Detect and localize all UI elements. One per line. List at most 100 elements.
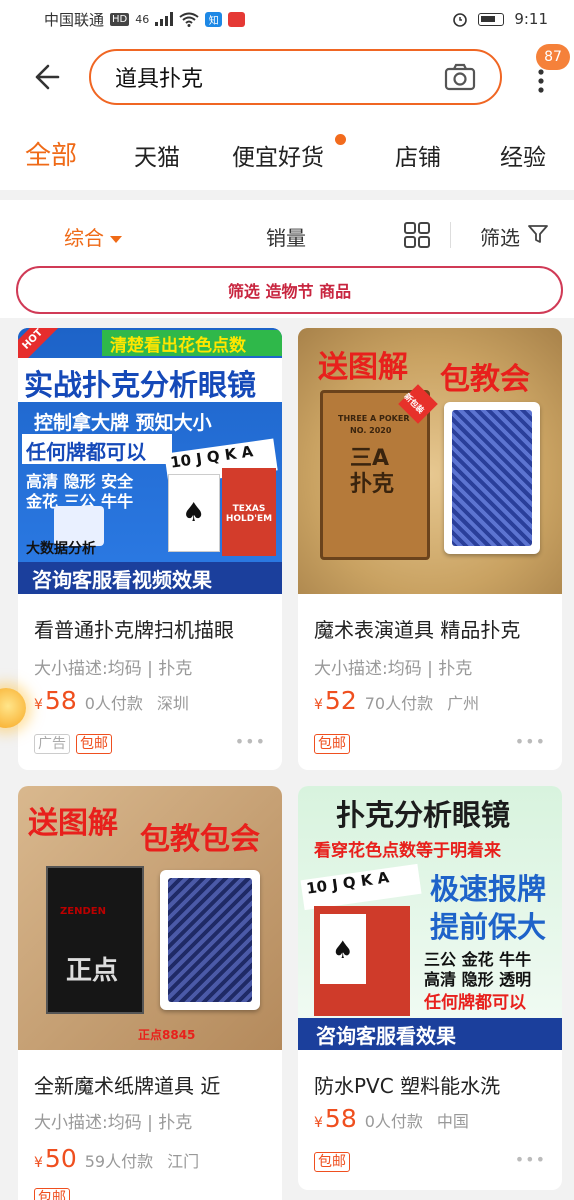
- sort-sales[interactable]: 销量: [266, 222, 306, 251]
- image-left-text: 送图解: [318, 350, 408, 385]
- carrier-label: 中国联通: [44, 10, 105, 29]
- grid-view-icon[interactable]: [404, 222, 430, 248]
- tab-tmall[interactable]: 天猫: [134, 138, 180, 172]
- image-line1: 看穿花色点数等于明着来: [314, 841, 501, 861]
- sold-count: 0人付款: [364, 1112, 423, 1131]
- caret-down-icon: [110, 236, 122, 243]
- image-line6: 任何牌都可以: [424, 993, 526, 1013]
- location: 中国: [436, 1112, 469, 1131]
- sold-count: 0人付款: [84, 694, 143, 713]
- image-line5: 大数据分析: [26, 541, 96, 557]
- product-card[interactable]: 清楚看出花色点数 HOT 实战扑克分析眼镜 控制拿大牌 预知大小 任何牌都可以 …: [18, 328, 282, 770]
- image-headline: 实战扑克分析眼镜: [24, 368, 257, 402]
- product-image: 扑克分析眼镜 看穿花色点数等于明着来 10 J Q K A ♠ 极速报牌 提前保…: [298, 786, 562, 1050]
- free-shipping-tag: 包邮: [76, 734, 112, 754]
- currency-symbol: ¥: [34, 697, 43, 713]
- image-banner: 清楚看出花色点数: [110, 336, 246, 356]
- signal-icon: [155, 12, 174, 26]
- clock: 9:11: [514, 10, 548, 28]
- tag-list: 广告 包邮: [34, 734, 112, 754]
- box-title: 正点: [66, 956, 119, 986]
- tab-shops[interactable]: 店铺: [395, 138, 441, 172]
- product-card[interactable]: 送图解 包教会 THREE A POKER NO. 2020 三A扑克 新包装 …: [298, 328, 562, 770]
- battery-icon: [478, 12, 505, 26]
- location: 广州: [447, 694, 480, 713]
- free-shipping-tag: 包邮: [314, 734, 350, 754]
- zhihu-app-icon: 知: [205, 11, 223, 27]
- divider: [450, 222, 451, 248]
- sold-count: 59人付款: [84, 1152, 154, 1171]
- box-brand: ZENDEN: [60, 906, 106, 917]
- price: 58: [324, 1104, 357, 1133]
- price: 58: [44, 686, 77, 715]
- image-model: 正点8845: [138, 1028, 196, 1042]
- free-shipping-tag: 包邮: [34, 1188, 70, 1200]
- ad-tag: 广告: [34, 734, 70, 754]
- tag-list: 包邮: [314, 1152, 350, 1172]
- image-headline: 扑克分析眼镜: [336, 798, 511, 832]
- product-image: 送图解 包教包会 ZENDEN 正点 正点8845: [18, 786, 282, 1050]
- sold-count: 70人付款: [364, 694, 434, 713]
- search-query: 道具扑克: [115, 67, 204, 92]
- funnel-icon[interactable]: [528, 224, 548, 244]
- tab-cheap-goods[interactable]: 便宜好货: [232, 138, 324, 172]
- product-title[interactable]: 全新魔术纸牌道具 近: [34, 1070, 274, 1099]
- product-desc: 大小描述:均码 | 扑克: [34, 659, 193, 679]
- more-options-icon[interactable]: •••: [235, 732, 266, 751]
- price-row: ¥ 58 0人付款 中国: [314, 1104, 469, 1133]
- product-title[interactable]: 魔术表演道具 精品扑克: [314, 614, 554, 643]
- image-line1: 控制拿大牌 预知大小: [34, 412, 212, 434]
- wifi-icon: [179, 12, 199, 27]
- app-notification-icon: [228, 11, 246, 27]
- filter-bar: 综合 销量 筛选 筛选 造物节 商品: [0, 190, 574, 318]
- product-title[interactable]: 看普通扑克牌扫机描眼: [34, 614, 274, 643]
- promo-filter-banner[interactable]: 筛选 造物节 商品: [16, 266, 563, 314]
- product-desc: 大小描述:均码 | 扑克: [34, 1113, 193, 1133]
- price: 52: [324, 686, 357, 715]
- price-row: ¥ 50 59人付款 江门: [34, 1144, 199, 1173]
- camera-icon[interactable]: [444, 63, 476, 91]
- tab-experience[interactable]: 经验: [500, 138, 546, 172]
- sort-default-label: 综合: [64, 226, 104, 250]
- category-tabs: 全部 天猫 便宜好货 店铺 经验: [0, 118, 574, 190]
- spade-icon: ♠: [332, 936, 354, 964]
- product-desc: 大小描述:均码 | 扑克: [314, 659, 473, 679]
- product-image: 清楚看出花色点数 HOT 实战扑克分析眼镜 控制拿大牌 预知大小 任何牌都可以 …: [18, 328, 282, 594]
- product-image: 送图解 包教会 THREE A POKER NO. 2020 三A扑克 新包装: [298, 328, 562, 594]
- image-footer: 咨询客服看视频效果: [32, 568, 212, 592]
- hd-badge: HD: [110, 12, 130, 26]
- location: 深圳: [156, 694, 189, 713]
- tag-list: 包邮: [314, 734, 350, 754]
- more-options-icon[interactable]: •••: [515, 732, 546, 751]
- currency-symbol: ¥: [314, 697, 323, 713]
- search-input[interactable]: 道具扑克: [89, 49, 502, 105]
- product-title[interactable]: 防水PVC 塑料能水洗: [314, 1070, 554, 1099]
- currency-symbol: ¥: [314, 1115, 323, 1131]
- more-options-icon[interactable]: •••: [515, 1150, 546, 1169]
- filter-button[interactable]: 筛选: [480, 222, 520, 251]
- image-line2: 极速报牌: [430, 872, 547, 906]
- signal-label: 46: [135, 12, 150, 26]
- image-line2: 任何牌都可以: [26, 440, 146, 464]
- tab-all[interactable]: 全部: [25, 135, 77, 172]
- product-card[interactable]: 送图解 包教包会 ZENDEN 正点 正点8845 全新魔术纸牌道具 近 大小描…: [18, 786, 282, 1200]
- tag-list: 包邮: [34, 1188, 70, 1200]
- sort-default[interactable]: 综合: [64, 222, 122, 251]
- product-card[interactable]: 扑克分析眼镜 看穿花色点数等于明着来 10 J Q K A ♠ 极速报牌 提前保…: [298, 786, 562, 1190]
- box-title: 三A扑克: [350, 446, 395, 497]
- back-arrow-icon[interactable]: [28, 60, 62, 94]
- spade-icon: ♠: [182, 498, 206, 528]
- image-right-text: 包教会: [440, 362, 530, 397]
- currency-symbol: ¥: [34, 1155, 43, 1171]
- location: 江门: [167, 1152, 200, 1171]
- message-count-badge: 87: [536, 44, 570, 70]
- more-menu-icon[interactable]: [532, 66, 550, 96]
- image-right-text: 包教包会: [140, 822, 260, 857]
- image-left-text: 送图解: [28, 806, 118, 841]
- search-header: 道具扑克 87: [0, 38, 574, 118]
- free-shipping-tag: 包邮: [314, 1152, 350, 1172]
- image-footer: 咨询客服看效果: [316, 1024, 456, 1048]
- price-row: ¥ 58 0人付款 深圳: [34, 686, 189, 715]
- image-box-label: TEXAS HOLD'EM: [225, 504, 273, 524]
- new-dot-indicator: [335, 134, 346, 145]
